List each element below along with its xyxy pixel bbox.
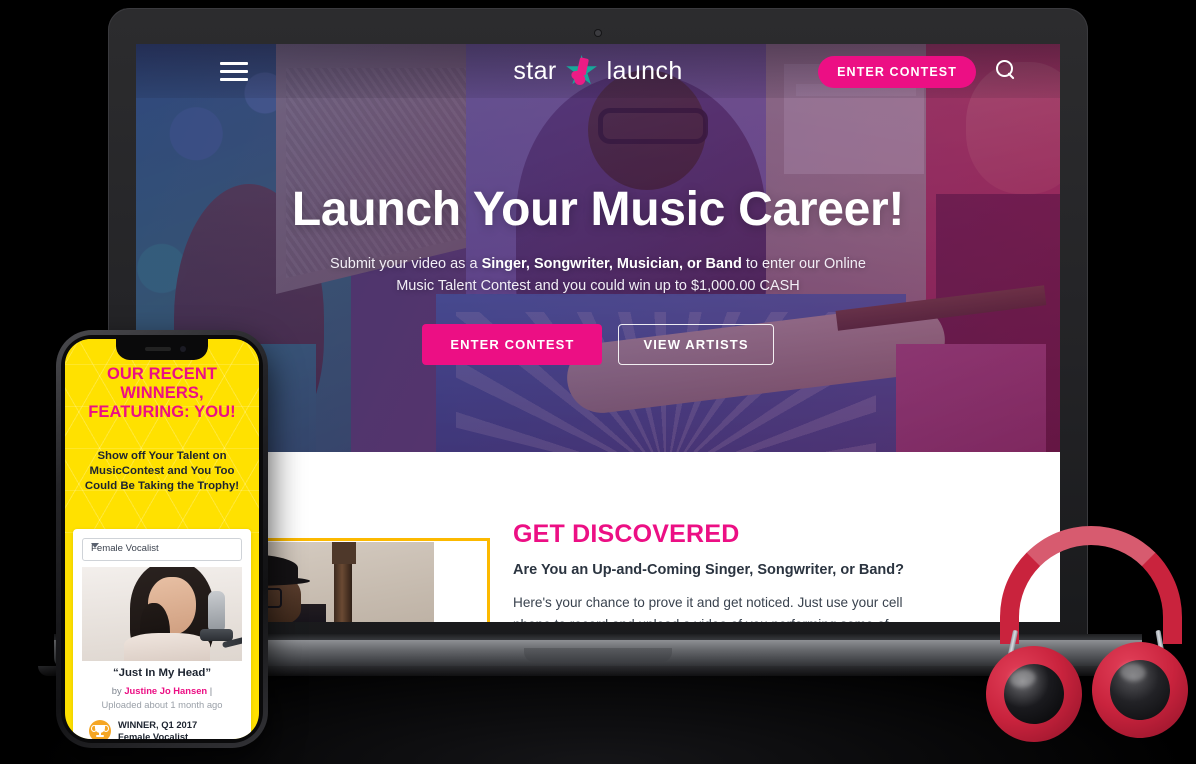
- smartphone-device: OUR RECENT WINNERS, FEATURING: YOU! Show…: [56, 330, 268, 748]
- star-music-note-icon: [566, 55, 598, 87]
- hamburger-menu-icon[interactable]: [220, 62, 248, 81]
- hero-sub-lead: Submit your video as a: [330, 255, 482, 272]
- discovered-subheading: Are You an Up-and-Coming Singer, Songwri…: [513, 562, 904, 578]
- hero-sub-bold: Singer, Songwriter, Musician, or Band: [481, 255, 742, 272]
- category-select[interactable]: Female Vocalist: [82, 538, 242, 561]
- trophy-icon: [89, 720, 111, 739]
- winner-badge-line2: Female Vocalist: [118, 731, 189, 739]
- discovered-text-block: GET DISCOVERED Are You an Up-and-Coming …: [513, 520, 943, 622]
- phone-subheadline: Show off Your Talent on MusicContest and…: [84, 450, 240, 492]
- hero-view-artists-button[interactable]: VIEW ARTISTS: [618, 323, 774, 365]
- headphone-band-highlight: [1000, 526, 1182, 644]
- page-title: Launch Your Music Career!: [291, 183, 905, 236]
- winner-artist-line: by Justine Jo Hansen |: [79, 685, 245, 696]
- headphone-earcup-left: [979, 639, 1089, 749]
- site-logo[interactable]: star launch: [513, 55, 682, 87]
- logo-text-launch: launch: [606, 56, 683, 85]
- phone-winners-banner: OUR RECENT WINNERS, FEATURING: YOU! Show…: [65, 339, 259, 533]
- phone-speaker-icon: [145, 347, 171, 351]
- phone-headline: OUR RECENT WINNERS, FEATURING: YOU!: [88, 365, 236, 422]
- site-header: star launch ENTER CONTEST: [136, 44, 1060, 98]
- phone-screen: OUR RECENT WINNERS, FEATURING: YOU! Show…: [65, 339, 259, 739]
- headphone-earcup-right: [1087, 637, 1193, 743]
- get-discovered-section: GET DISCOVERED Are You an Up-and-Coming …: [136, 452, 1060, 622]
- headphones-product: [979, 526, 1196, 764]
- discovered-body: Here's your chance to prove it and get n…: [513, 595, 903, 622]
- category-select-value: Female Vocalist: [91, 543, 159, 554]
- chevron-down-icon: [91, 543, 99, 548]
- header-enter-contest-button[interactable]: ENTER CONTEST: [818, 56, 976, 88]
- hero-button-group: ENTER CONTEST VIEW ARTISTS: [136, 323, 1060, 365]
- logo-text-star: star: [513, 56, 557, 85]
- artist-link[interactable]: Justine Jo Hansen: [124, 685, 207, 696]
- winner-thumbnail[interactable]: [82, 567, 242, 661]
- phone-camera-icon: [180, 346, 186, 352]
- phone-notch: [116, 339, 208, 360]
- winner-badge-line1: WINNER, Q1 2017: [118, 719, 198, 730]
- by-suffix: |: [207, 685, 213, 696]
- search-icon[interactable]: [996, 60, 1016, 80]
- hero-subtitle: Submit your video as a Singer, Songwrite…: [318, 253, 878, 298]
- laptop-screen: star launch ENTER CONTEST Launch Your Mu…: [136, 44, 1060, 622]
- discovered-heading: GET DISCOVERED: [513, 520, 740, 548]
- laptop-webcam-icon: [595, 30, 601, 36]
- screenshot-stage: star launch ENTER CONTEST Launch Your Mu…: [0, 0, 1196, 764]
- hero-section: star launch ENTER CONTEST Launch Your Mu…: [136, 44, 1060, 452]
- winner-card: Female Vocalist “Just In My Head” by Jus…: [73, 529, 251, 739]
- hero-copy: Launch Your Music Career! Submit your vi…: [136, 183, 1060, 365]
- winner-uploaded-time: Uploaded about 1 month ago: [101, 699, 223, 710]
- by-prefix: by: [111, 685, 125, 696]
- hero-enter-contest-button[interactable]: ENTER CONTEST: [422, 323, 603, 365]
- winner-badge-text: WINNER, Q1 2017 Female Vocalist: [118, 719, 197, 739]
- winner-badge: WINNER, Q1 2017 Female Vocalist: [89, 719, 241, 739]
- winner-track-title: “Just In My Head”: [112, 667, 212, 679]
